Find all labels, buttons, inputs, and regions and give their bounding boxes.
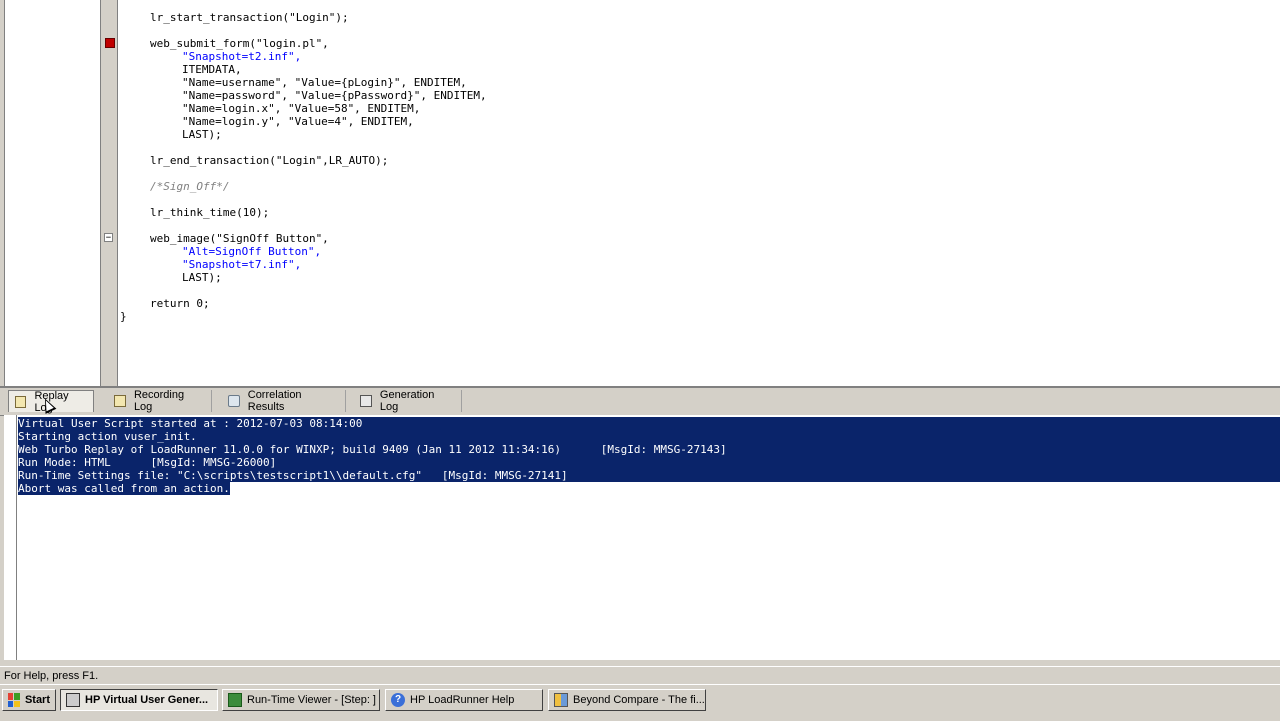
code-comment: /*Sign_Off*/ — [150, 180, 230, 193]
code-line: "Snapshot=t2.inf", — [182, 50, 302, 63]
tab-label: Recording Log — [133, 389, 185, 413]
collapse-icon[interactable]: − — [104, 233, 113, 243]
explorer-pane-edge — [0, 0, 5, 386]
taskbar-item-help[interactable]: ? HP LoadRunner Help — [385, 689, 543, 711]
log-line[interactable]: Abort was called from an action. — [18, 482, 230, 495]
log-line[interactable]: Run-Time Settings file: "C:\scripts\test… — [18, 469, 568, 482]
tab-label: Generation Log — [379, 389, 435, 413]
windows-logo-icon — [8, 693, 20, 707]
status-text: For Help, press F1. — [4, 670, 99, 682]
code-line: ITEMDATA, — [182, 63, 242, 76]
recording-log-icon — [114, 395, 126, 407]
code-line: "Name=password", "Value={pPassword}", EN… — [182, 89, 487, 102]
selection-band — [18, 430, 1280, 443]
log-line[interactable]: Web Turbo Replay of LoadRunner 11.0.0 fo… — [18, 443, 727, 456]
help-icon: ? — [391, 693, 405, 707]
correlation-results-icon — [228, 395, 240, 407]
code-area[interactable]: lr_start_transaction("Login"); web_submi… — [118, 0, 1280, 386]
start-label: Start — [24, 694, 50, 706]
runtime-viewer-icon — [228, 693, 242, 707]
code-line: web_submit_form("login.pl", — [150, 37, 329, 50]
code-line: lr_start_transaction("Login"); — [150, 11, 349, 24]
tab-correlation-results[interactable]: Correlation Results — [222, 389, 346, 413]
code-line: "Name=login.y", "Value=4", ENDITEM, — [182, 115, 414, 128]
tab-label: Correlation Results — [247, 389, 302, 413]
code-line: "Name=username", "Value={pLogin}", ENDIT… — [182, 76, 467, 89]
taskbar-item-runtime-viewer[interactable]: Run-Time Viewer - [Step: ] — [222, 689, 380, 711]
code-line: return 0; — [150, 297, 210, 310]
code-line: LAST); — [182, 271, 222, 284]
code-line: web_image("SignOff Button", — [150, 232, 329, 245]
log-line[interactable]: Starting action vuser_init. — [18, 430, 197, 443]
beyond-compare-icon — [554, 693, 568, 707]
code-line: "Alt=SignOff Button", — [182, 245, 322, 258]
replay-log-icon — [15, 395, 27, 408]
tab-generation-log[interactable]: Generation Log — [354, 389, 462, 413]
vugen-icon — [66, 693, 80, 707]
windows-taskbar: Start HP Virtual User Gener... Run-Time … — [0, 684, 1280, 721]
taskbar-item-label: HP LoadRunner Help — [410, 694, 515, 706]
log-line[interactable]: Run Mode: HTML [MsgId: MMSG-26000] — [18, 456, 277, 469]
generation-log-icon — [360, 395, 372, 407]
code-line: LAST); — [182, 128, 222, 141]
taskbar-item-label: Beyond Compare - The fi... — [573, 694, 705, 706]
editor-gutter[interactable] — [100, 0, 118, 386]
taskbar-item-label: Run-Time Viewer - [Step: ] — [247, 694, 376, 706]
output-tab-bar: Replay Log Recording Log Correlation Res… — [0, 388, 1280, 416]
tab-recording-log[interactable]: Recording Log — [108, 389, 212, 413]
status-bar: For Help, press F1. — [0, 666, 1280, 684]
code-line: "Name=login.x", "Value=58", ENDITEM, — [182, 102, 421, 115]
taskbar-item-beyond-compare[interactable]: Beyond Compare - The fi... — [548, 689, 706, 711]
code-line: lr_think_time(10); — [150, 206, 270, 219]
start-button[interactable]: Start — [2, 689, 56, 711]
code-line: lr_end_transaction("Login",LR_AUTO); — [150, 154, 389, 167]
taskbar-item-label: HP Virtual User Gener... — [85, 694, 209, 706]
breakpoint-icon[interactable] — [105, 38, 115, 48]
code-line: } — [120, 310, 127, 323]
log-gutter — [4, 415, 17, 660]
code-line: "Snapshot=t7.inf", — [182, 258, 302, 271]
log-line[interactable]: Virtual User Script started at : 2012-07… — [18, 417, 363, 430]
taskbar-item-vugen[interactable]: HP Virtual User Gener... — [60, 689, 218, 711]
script-editor[interactable]: − lr_start_transaction("Login"); web_sub… — [0, 0, 1280, 386]
